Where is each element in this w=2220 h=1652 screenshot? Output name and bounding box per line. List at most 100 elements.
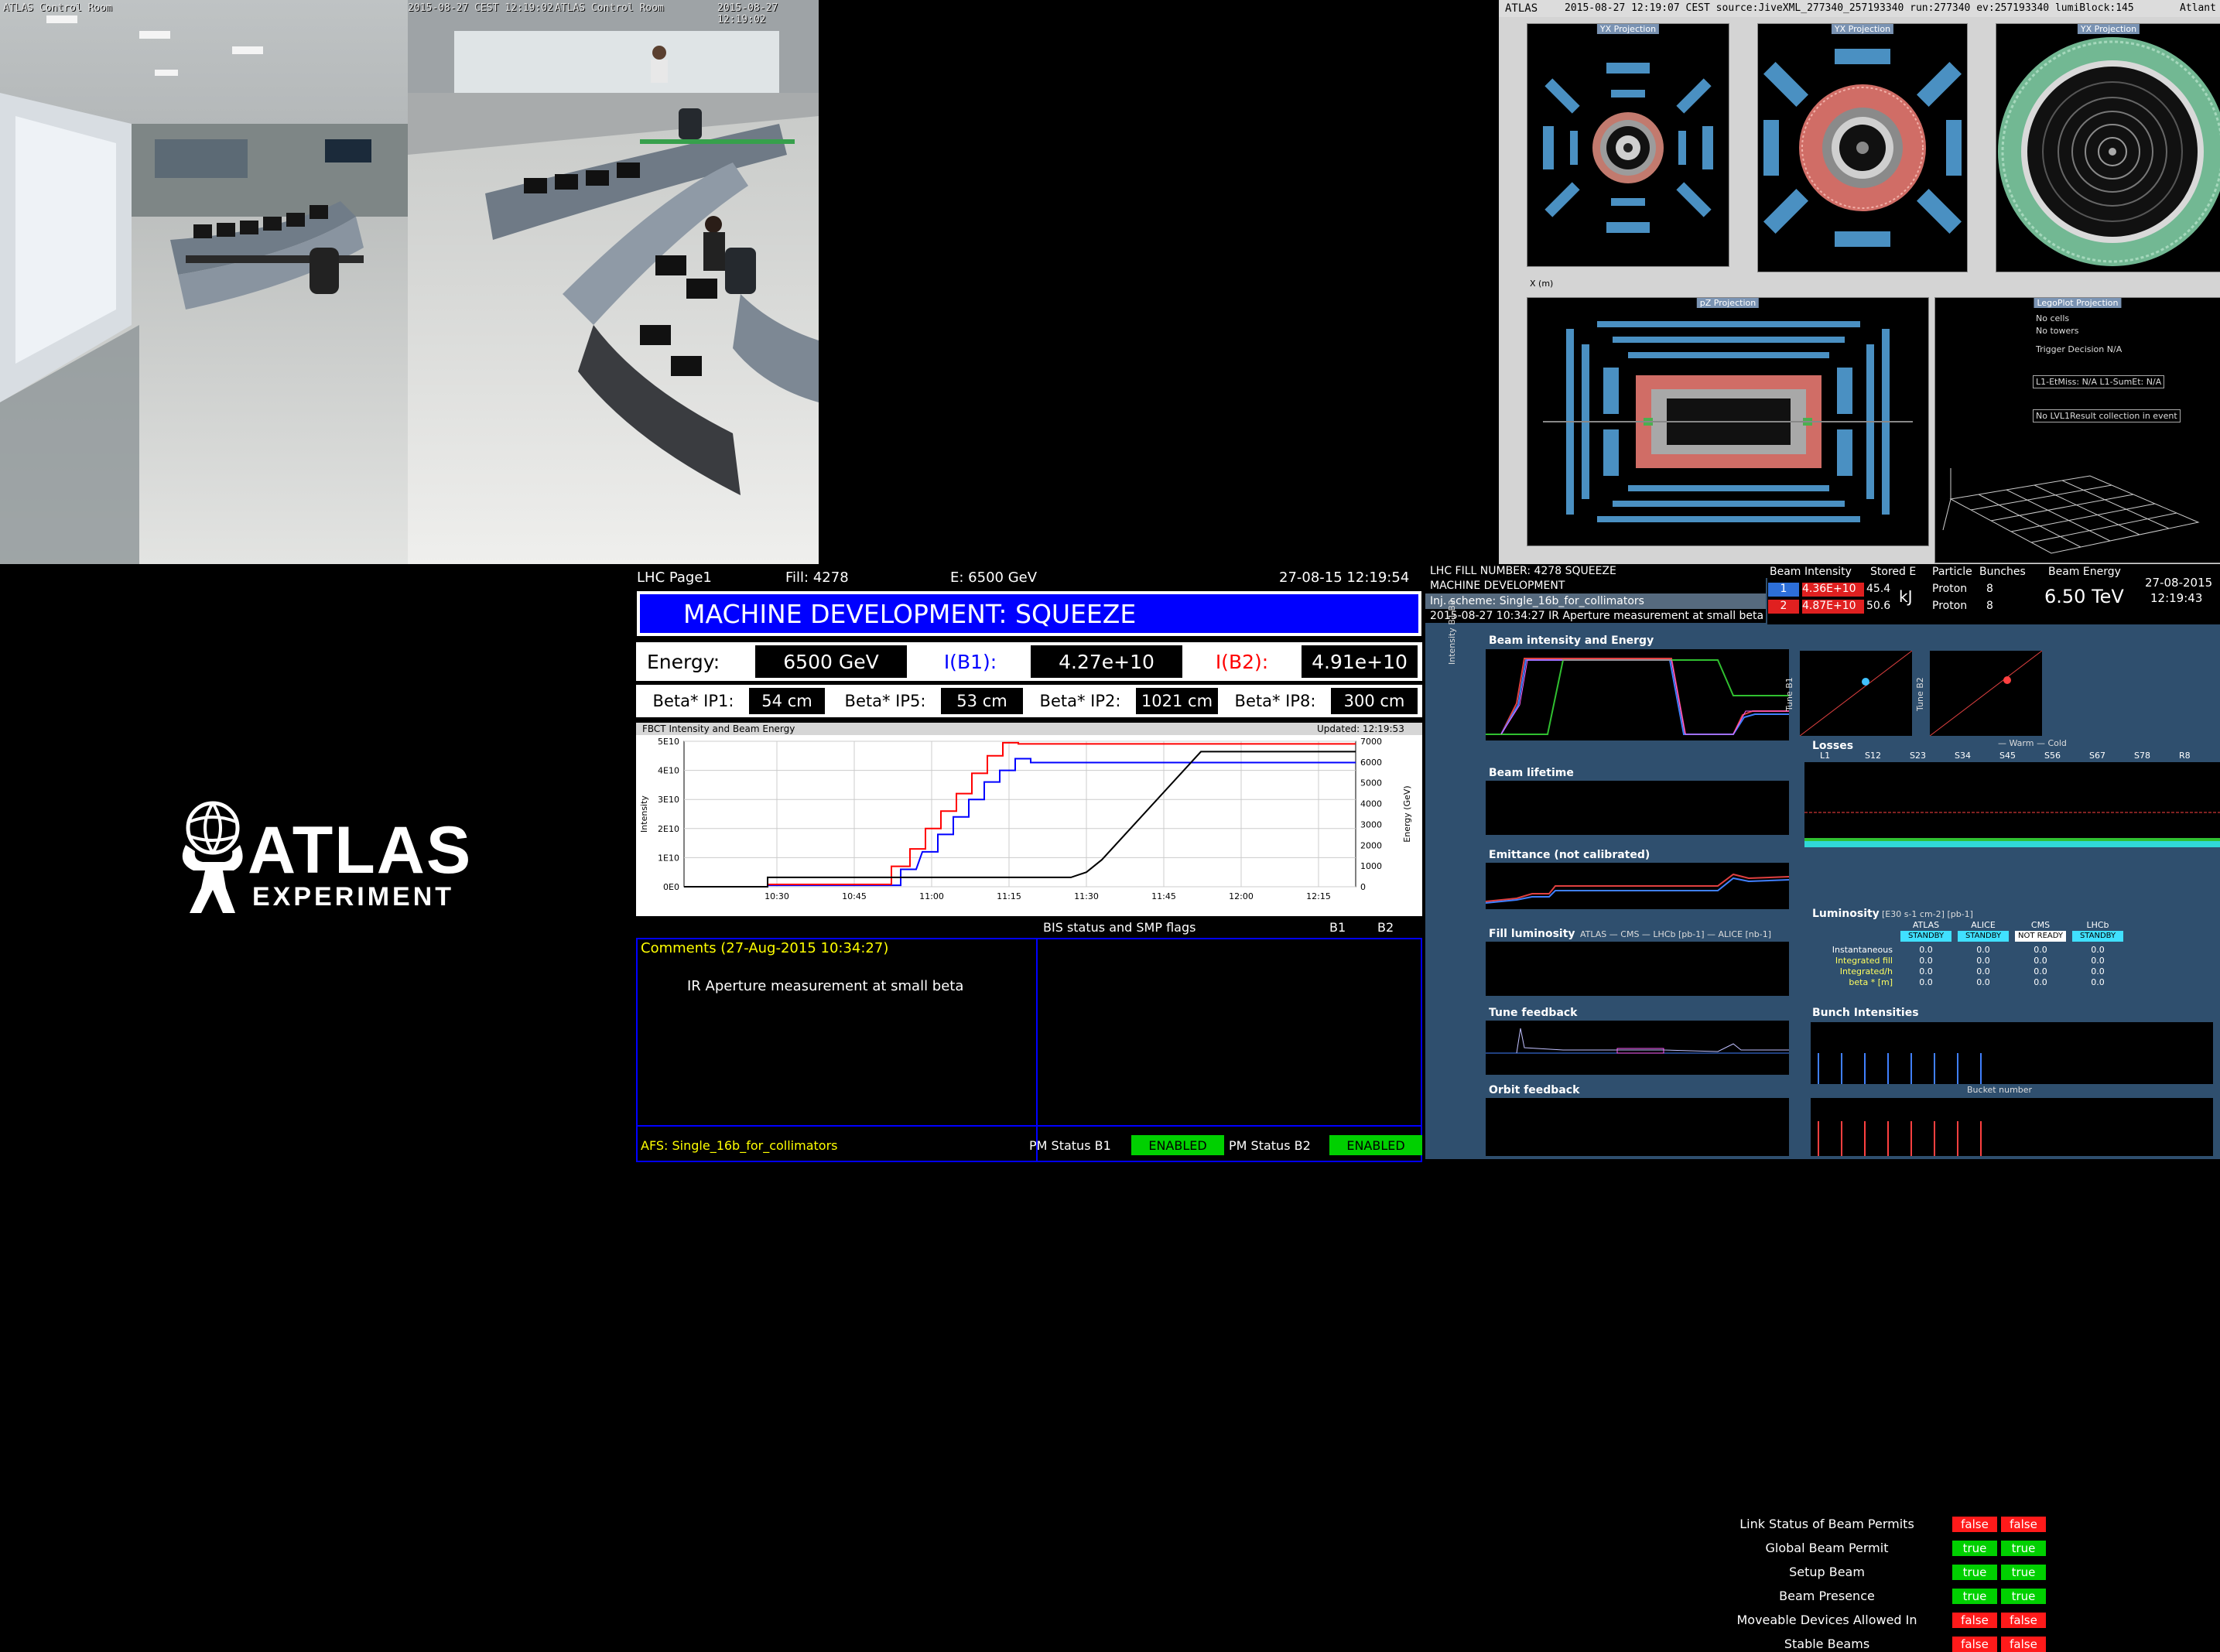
- fbct-y2-tick: 0: [1360, 882, 1366, 892]
- lego-lvl1: No LVL1Result collection in event: [2033, 409, 2181, 422]
- event-display-app: ATLAS: [1505, 2, 1538, 15]
- camera-left-image: [0, 0, 408, 564]
- luminosity-cell: 0.0: [2034, 966, 2047, 976]
- beta-ip8-value: 300 cm: [1331, 688, 1418, 714]
- sec-emittance: Emittance (not calibrated): [1489, 849, 1650, 861]
- lhc-page1: LHC Page1 Fill: 4278 E: 6500 GeV 27-08-1…: [633, 564, 2046, 1652]
- fbct-y-tick: 2E10: [658, 824, 679, 834]
- luminosity-status: NOT READY: [2015, 931, 2066, 942]
- fbct-y-tick: 0E0: [663, 882, 679, 892]
- fbct-y2-tick: 4000: [1360, 799, 1382, 809]
- beam2-particle: Proton: [1932, 600, 1968, 612]
- ib2-key: I(B2):: [1185, 645, 1298, 678]
- particle-col-header: Particle: [1932, 566, 1972, 578]
- sec-bunch-intensities: Bunch Intensities: [1812, 1007, 1919, 1019]
- pz-projection[interactable]: pZ Projection: [1527, 297, 1929, 546]
- losses-plot[interactable]: [1804, 762, 2220, 847]
- bis-flag-label: Stable Beams: [1784, 1637, 1870, 1651]
- bis-flag-label: Setup Beam: [1789, 1565, 1865, 1579]
- fill-luminosity-plot[interactable]: [1486, 942, 1789, 996]
- beam-intensity-plot[interactable]: [1486, 649, 1789, 740]
- emittance-plot[interactable]: [1485, 863, 1790, 909]
- camera-right-date: 2015-08-27 12:19:02: [717, 2, 778, 26]
- event-display-info: 2015-08-27 12:19:07 CEST source:JiveXML_…: [1565, 2, 2134, 14]
- yx-projection-3-drawing: [1996, 24, 2220, 272]
- orbit-feedback-plot[interactable]: [1486, 1098, 1789, 1156]
- bunch-b1-plot[interactable]: [1811, 1022, 2213, 1084]
- lego-projection[interactable]: LegoPlot Projection No cells No towers T…: [1934, 297, 2220, 563]
- fbct-x-tick: 10:45: [842, 891, 867, 901]
- tune-feedback-lines: [1486, 1028, 1789, 1054]
- loss-column-label: S56: [2044, 751, 2061, 761]
- lhc-page1-datetime: 27-08-15 12:19:54: [1279, 569, 1410, 586]
- bis-flag-b1: false: [1952, 1613, 1997, 1628]
- luminosity-cell: 0.0: [2091, 966, 2105, 976]
- luminosity-cell: 0.0: [1976, 966, 1990, 976]
- loss-column-label: S23: [1910, 751, 1926, 761]
- bis-flag-b2: false: [2001, 1517, 2046, 1532]
- beam-lifetime-plot[interactable]: [1486, 781, 1789, 835]
- luminosity-col-header: CMS: [2030, 920, 2051, 930]
- fbct-y2-tick: 6000: [1360, 758, 1382, 768]
- luminosity-status: STANDBY: [2072, 931, 2123, 942]
- luminosity-status: STANDBY: [1958, 931, 2009, 942]
- tune-b1-label: Tune B1: [1784, 677, 1794, 711]
- beta-ip8-key: Beta* IP8:: [1221, 688, 1329, 714]
- fbct-y-tick: 4E10: [658, 766, 679, 776]
- luminosity-cell: 0.0: [1976, 977, 1990, 987]
- ib2-value: 4.91e+10: [1302, 645, 1418, 678]
- machine-mode-banner: MACHINE DEVELOPMENT: SQUEEZE: [637, 591, 1421, 636]
- loss-column-label: R8: [2179, 751, 2191, 761]
- beam2-stored: 50.6: [1866, 600, 1891, 612]
- fbct-y-tick: 1E10: [658, 853, 679, 863]
- bis-flag-b2: false: [2001, 1613, 2046, 1628]
- beam2-bunches: 8: [1986, 600, 1993, 612]
- yx-projection-1[interactable]: YX Projection -20: [1527, 23, 1729, 267]
- pm-status-b1-value: ENABLED: [1131, 1135, 1224, 1155]
- yx-projection-3[interactable]: YX Projection: [1996, 23, 2220, 272]
- lhc-page1-fill: Fill: 4278: [785, 569, 849, 586]
- lhc-page1-energy: E: 6500 GeV: [950, 569, 1038, 586]
- pm-status-b2-label: PM Status B2: [1229, 1138, 1311, 1153]
- luminosity-col-header: ATLAS: [1912, 920, 1940, 930]
- yx1-x-label: X (m): [1530, 279, 1554, 289]
- bis-flag-b1: false: [1952, 1637, 1997, 1652]
- atlas-logo-sub: EXPERIMENT: [252, 882, 455, 912]
- luminosity-row-label: Integrated fill: [1835, 956, 1893, 966]
- warm-cold-legend: — Warm — Cold: [1998, 738, 2067, 748]
- fbct-updated: Updated: 12:19:53: [1317, 723, 1404, 734]
- bis-flag-b2: true: [2001, 1589, 2046, 1604]
- tune-b2-drawing: [1929, 650, 2043, 737]
- fbct-x-tick: 11:00: [919, 891, 944, 901]
- tune-b2-plot[interactable]: [1929, 650, 2043, 737]
- energy-value: 6500 GeV: [755, 645, 907, 678]
- fbct-x-tick: 11:15: [997, 891, 1021, 901]
- luminosity-row-label: beta * [m]: [1849, 977, 1893, 987]
- beam1-intensity: 4.36E+10: [1802, 583, 1864, 597]
- lego-no-cells: No cells: [2036, 313, 2070, 323]
- fbct-x-tick: 10:30: [765, 891, 789, 901]
- tune-b1-plot[interactable]: [1799, 650, 1913, 737]
- yx-projection-1-drawing: [1543, 63, 1713, 233]
- yx-projection-2[interactable]: YX Projection: [1757, 23, 1968, 272]
- beam2-intensity: 4.87E+10: [1802, 600, 1864, 614]
- bis-title: BIS status and SMP flags: [1043, 920, 1196, 935]
- yx-projection-3-title: YX Projection: [2077, 24, 2140, 34]
- sec-beam-intensity: Beam intensity and Energy: [1489, 634, 1654, 647]
- fbct-x-tick: 11:45: [1151, 891, 1176, 901]
- bis-flag-b1: true: [1952, 1565, 1997, 1580]
- fbct-chart-panel: FBCT Intensity and Beam Energy Updated: …: [636, 723, 1422, 916]
- bucket-number-label: Bucket number: [1967, 1085, 2033, 1095]
- loss-column-label: S67: [2089, 751, 2105, 761]
- intensity-ylabel: Intensity B1 B2: [1447, 600, 1457, 665]
- bunch-b2-plot[interactable]: [1811, 1098, 2213, 1156]
- tune-feedback-plot[interactable]: [1486, 1021, 1789, 1075]
- beta-ip2-key: Beta* IP2:: [1026, 688, 1134, 714]
- lhc-fill-mode: MACHINE DEVELOPMENT: [1430, 580, 1565, 592]
- bis-flag-b2: true: [2001, 1565, 2046, 1580]
- luminosity-cell: 0.0: [1919, 966, 1933, 976]
- lhc-fill-number: LHC FILL NUMBER: 4278 SQUEEZE: [1430, 565, 1616, 577]
- luminosity-cell: 0.0: [2034, 945, 2047, 955]
- yx-projection-2-drawing: [1763, 49, 1962, 247]
- atlas-event-display: ATLAS 2015-08-27 12:19:07 CEST source:Ji…: [1499, 0, 2220, 564]
